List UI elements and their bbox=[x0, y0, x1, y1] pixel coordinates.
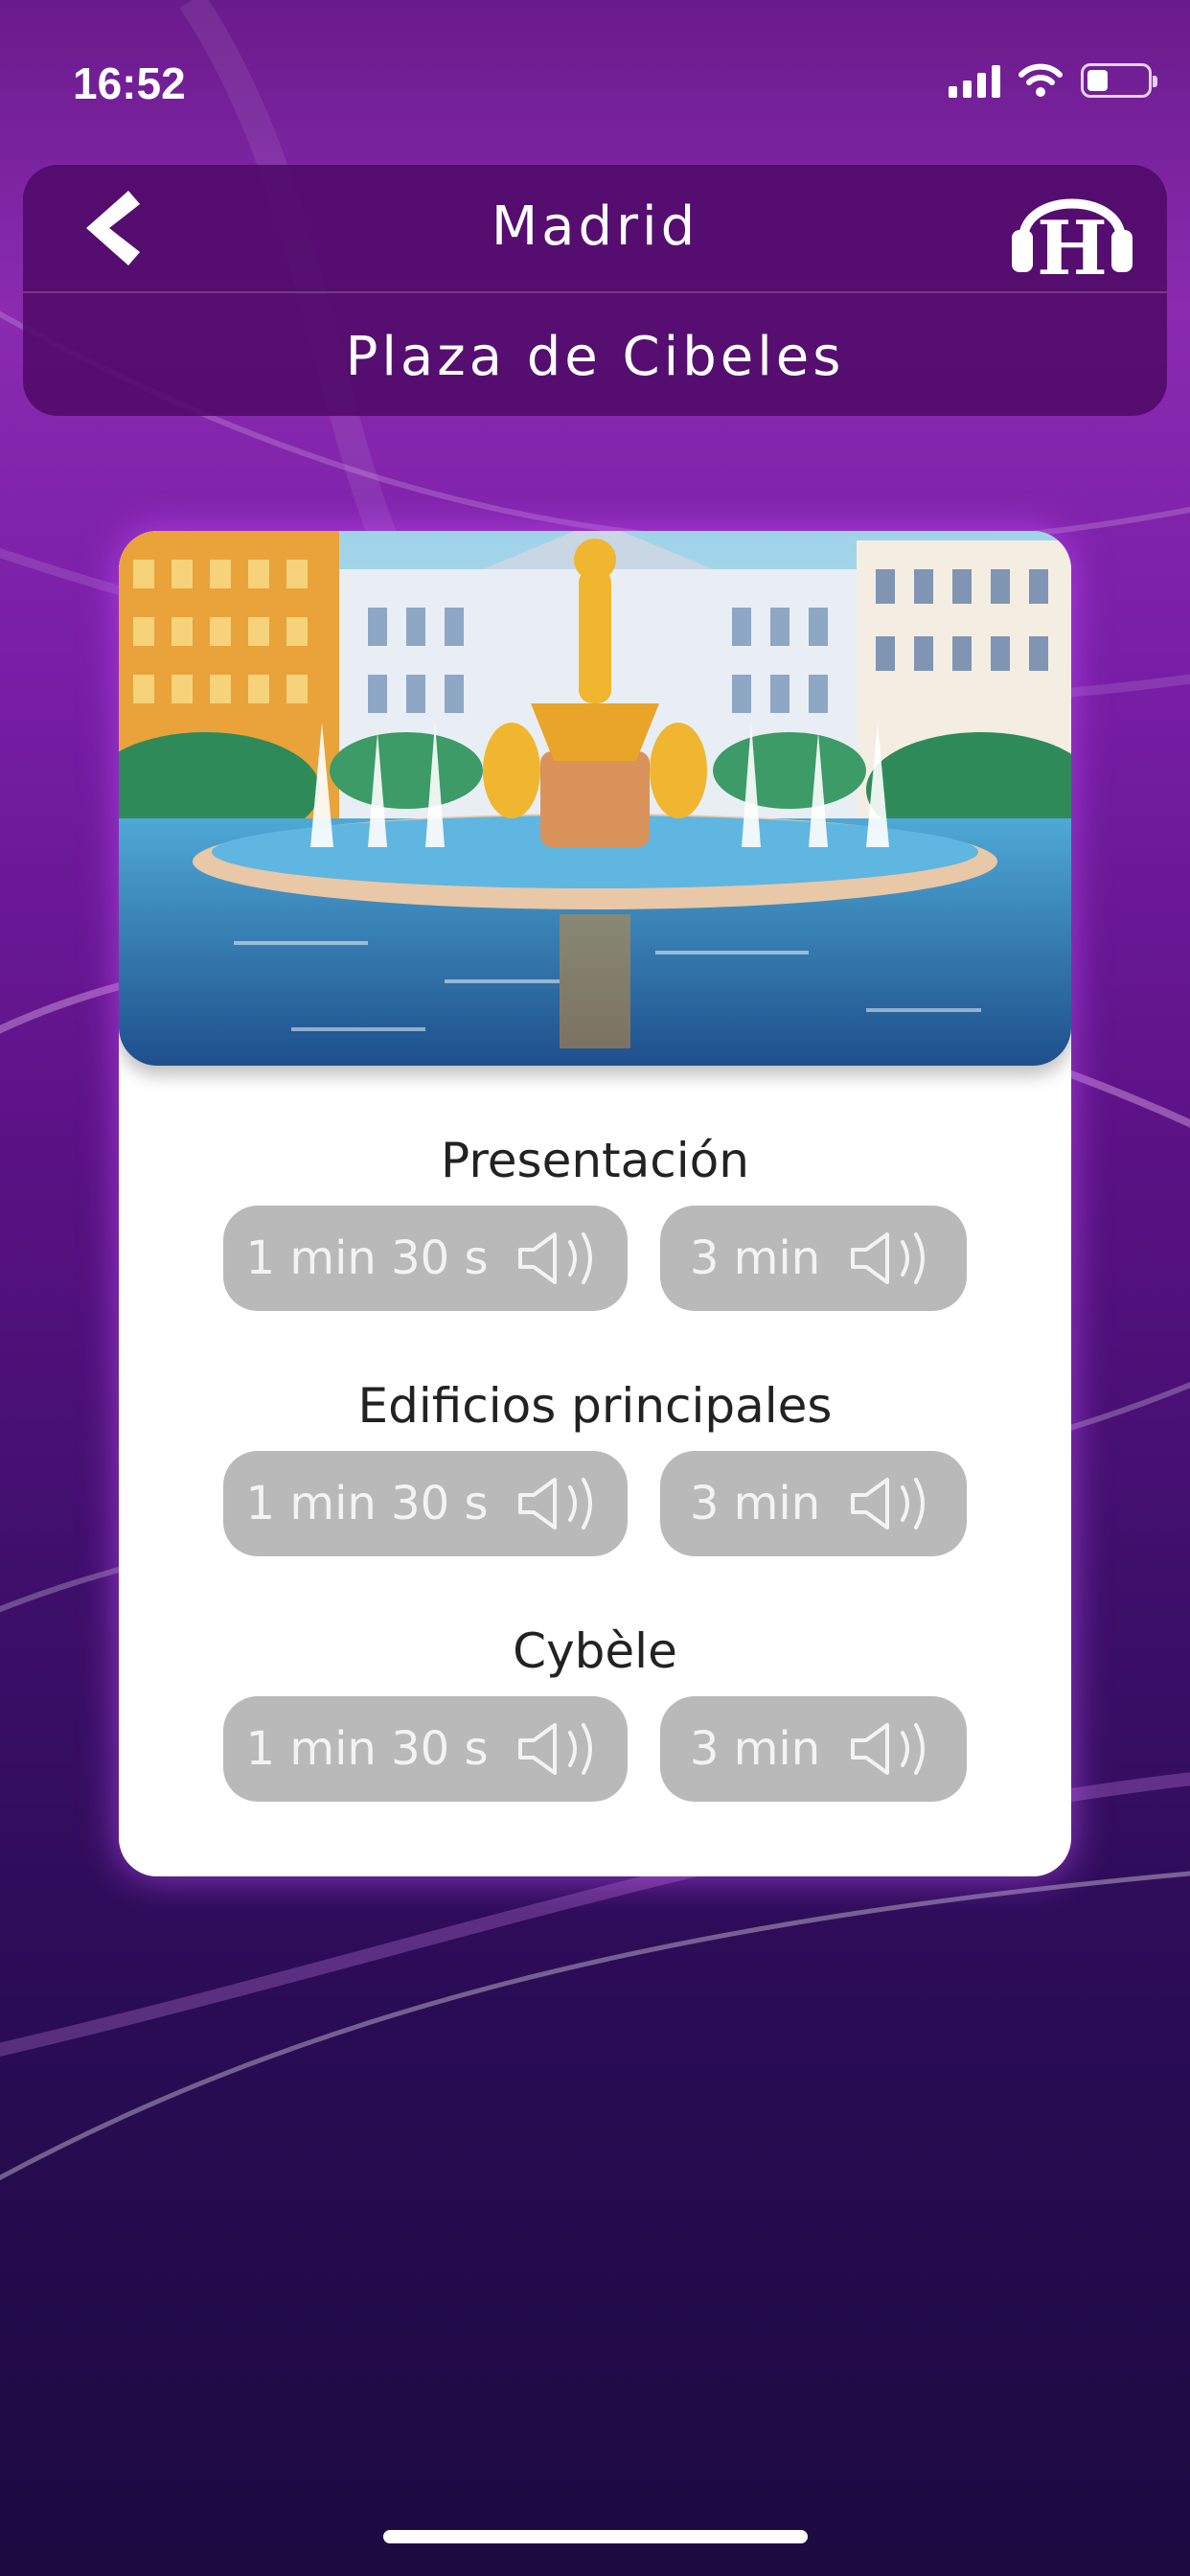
speaker-icon bbox=[851, 1232, 926, 1284]
logo-letter: H bbox=[1037, 205, 1108, 282]
duration-label: 1 min 30 s bbox=[245, 1477, 489, 1530]
place-illustration bbox=[119, 531, 1071, 1066]
speaker-icon bbox=[851, 1723, 926, 1775]
section-presentacion: Presentación 1 min 30 s 3 min bbox=[119, 1127, 1071, 1311]
audio-long-button[interactable]: 3 min bbox=[660, 1451, 967, 1556]
wifi-icon bbox=[1018, 63, 1063, 97]
section-title: Edificios principales bbox=[357, 1378, 833, 1434]
battery-level bbox=[1087, 70, 1108, 91]
place-card: Presentación 1 min 30 s 3 min Edificios … bbox=[119, 531, 1071, 1876]
place-title: Plaza de Cibeles bbox=[345, 326, 845, 388]
speaker-icon bbox=[518, 1478, 593, 1530]
duration-label: 3 min bbox=[689, 1722, 821, 1776]
speaker-icon bbox=[851, 1478, 926, 1530]
audio-long-button[interactable]: 3 min bbox=[660, 1206, 967, 1311]
city-title: Madrid bbox=[491, 196, 699, 258]
header-panel: Madrid H Plaza de Cibeles bbox=[23, 165, 1167, 416]
status-time: 16:52 bbox=[73, 58, 186, 108]
headphones-h-logo: H bbox=[1010, 172, 1134, 292]
speaker-icon bbox=[518, 1723, 593, 1775]
audio-short-button[interactable]: 1 min 30 s bbox=[223, 1696, 628, 1802]
cellular-signal-icon bbox=[949, 63, 1000, 98]
section-cybele: Cybèle 1 min 30 s 3 min bbox=[119, 1618, 1071, 1802]
section-title: Presentación bbox=[441, 1133, 749, 1188]
duration-label: 3 min bbox=[689, 1477, 821, 1530]
home-indicator[interactable] bbox=[383, 2530, 808, 2543]
audio-short-button[interactable]: 1 min 30 s bbox=[223, 1206, 628, 1311]
battery-icon bbox=[1081, 63, 1157, 98]
header-top-row: Madrid H bbox=[23, 165, 1167, 293]
status-icons bbox=[949, 63, 1157, 98]
section-title: Cybèle bbox=[513, 1623, 677, 1679]
audio-long-button[interactable]: 3 min bbox=[660, 1696, 967, 1802]
duration-label: 1 min 30 s bbox=[245, 1722, 489, 1776]
duration-label: 3 min bbox=[689, 1231, 821, 1285]
audio-short-button[interactable]: 1 min 30 s bbox=[223, 1451, 628, 1556]
speaker-icon bbox=[518, 1232, 593, 1284]
duration-label: 1 min 30 s bbox=[245, 1231, 489, 1285]
section-edificios: Edificios principales 1 min 30 s 3 min bbox=[119, 1372, 1071, 1556]
